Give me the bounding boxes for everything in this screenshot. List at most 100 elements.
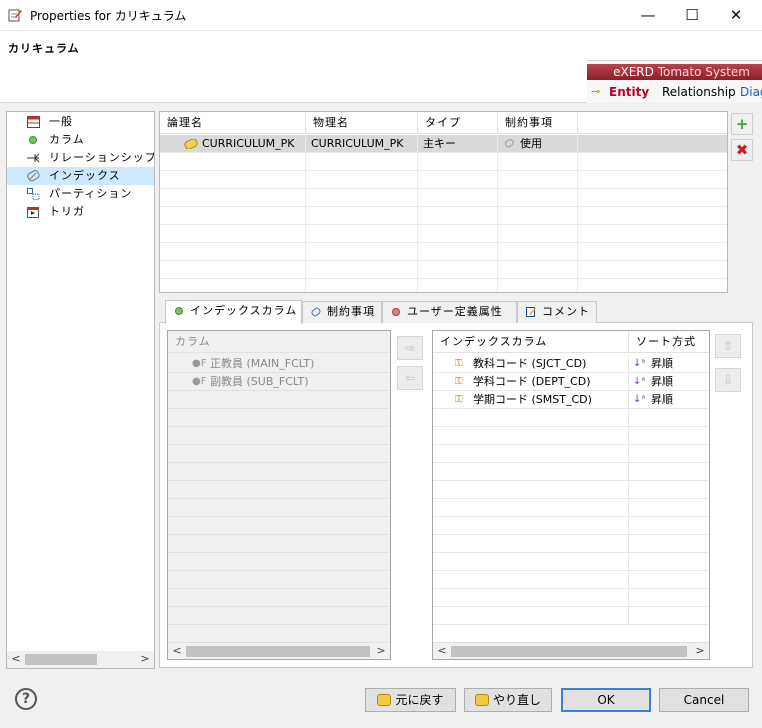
tree-item-index[interactable]: インデックス (7, 167, 154, 185)
tree-item-trigger[interactable]: トリガ (7, 203, 154, 221)
property-tree: 一般 カラム リレーションシップ インデックス パーティション トリガ < > (6, 111, 155, 669)
tab-label: 制約事項 (327, 305, 375, 318)
tree-item-label: トリガ (49, 205, 85, 218)
redo-label: やり直し (492, 693, 541, 707)
list-item[interactable]: ●F 副教員 (SUB_FCLT) (168, 373, 390, 391)
add-index-button[interactable]: + (731, 113, 753, 135)
relation-icon (27, 153, 40, 163)
remove-index-button[interactable]: ✖ (731, 139, 753, 161)
scroll-thumb[interactable] (25, 654, 97, 665)
tab-constraints[interactable]: 制約事項 (302, 301, 382, 323)
table-icon (27, 116, 40, 128)
column-icon (29, 136, 37, 144)
tree-scrollbar[interactable]: < > (7, 651, 154, 668)
tree-item-label: 一般 (49, 115, 73, 128)
index-table: 論理名 物理名 タイプ 制約事項 CURRICULUM_PK CURRICULU… (159, 111, 728, 293)
column-icon: ●F (192, 358, 207, 369)
maximize-button[interactable]: ☐ (672, 0, 712, 31)
scroll-left-arrow[interactable]: < (9, 652, 23, 666)
brand-tab-entity[interactable]: Entity (609, 85, 649, 99)
help-icon[interactable]: ? (15, 688, 37, 710)
sort-value: 昇順 (651, 393, 673, 406)
redo-button[interactable]: やり直し (464, 688, 552, 712)
undo-label: 元に戻す (395, 693, 444, 707)
header-column[interactable]: カラム (168, 331, 390, 353)
minimize-button[interactable]: — (628, 0, 668, 31)
tree-item-relationship[interactable]: リレーションシップ (7, 149, 154, 167)
move-up-button[interactable]: ⇧ (715, 334, 741, 358)
logical-name: CURRICULUM_PK (202, 137, 295, 150)
trigger-icon (27, 207, 39, 218)
brand-bar: eXERD Tomato System (587, 64, 762, 80)
tree-item-label: パーティション (49, 187, 133, 200)
tree-item-label: リレーションシップ (49, 151, 154, 164)
entity-title: カリキュラム (8, 42, 80, 55)
add-column-button[interactable]: ⇨ (397, 336, 423, 360)
index-columns-table: インデックスカラム ソート方式 ⚿ 教科コード (SJCT_CD) ↓ᵃ 昇順 … (432, 330, 710, 660)
undo-button[interactable]: 元に戻す (365, 688, 456, 712)
column-name: 副教員 (SUB_FCLT) (210, 375, 309, 388)
index-icon (184, 139, 198, 149)
cell-index-column: ⚿ 学科コード (DEPT_CD) (433, 373, 629, 391)
brand-tab-relationship[interactable]: Relationship (662, 85, 736, 99)
brand-tab-diagram[interactable]: Diag (740, 85, 762, 99)
tab-label: コメント (542, 305, 590, 318)
tree-item-columns[interactable]: カラム (7, 131, 154, 149)
circle-red-icon (392, 308, 400, 316)
brand-tabs: ⊸ Entity Relationship Diag (587, 82, 762, 102)
scroll-thumb[interactable] (451, 646, 687, 657)
header-index-column[interactable]: インデックスカラム (433, 331, 629, 353)
index-columns-scrollbar[interactable]: < > (433, 642, 709, 659)
constraint-icon (505, 139, 514, 148)
scroll-right-arrow[interactable]: > (693, 644, 707, 658)
tab-label: インデックスカラム (190, 304, 298, 317)
cell-physical: CURRICULUM_PK (306, 135, 418, 153)
tree-item-label: インデックス (49, 169, 121, 182)
cell-index-column: ⚿ 教科コード (SJCT_CD) (433, 355, 629, 373)
header-sort-order[interactable]: ソート方式 (629, 331, 709, 353)
table-row[interactable]: CURRICULUM_PK CURRICULUM_PK 主キー 使用 (160, 135, 727, 153)
index-column-name: 教科コード (SJCT_CD) (473, 357, 587, 370)
columns-scrollbar[interactable]: < > (168, 642, 390, 659)
constraint-icon (311, 307, 321, 317)
close-button[interactable]: ✕ (716, 0, 756, 31)
cell-logical: CURRICULUM_PK (160, 135, 306, 153)
remove-column-button[interactable]: ⇦ (397, 366, 423, 390)
index-column-name: 学科コード (DEPT_CD) (473, 375, 591, 388)
tab-user-attributes[interactable]: ユーザー定義属性 (382, 301, 517, 323)
sort-value: 昇順 (651, 357, 673, 370)
brand-name: eXERD (613, 65, 654, 79)
scroll-left-arrow[interactable]: < (435, 644, 449, 658)
table-header: インデックスカラム ソート方式 (433, 331, 709, 353)
list-item[interactable]: ●F 正教員 (MAIN_FCLT) (168, 355, 390, 373)
column-icon: ●F (192, 376, 207, 387)
header-logical-name[interactable]: 論理名 (160, 112, 306, 134)
table-row[interactable]: ⚿ 教科コード (SJCT_CD) ↓ᵃ 昇順 (433, 355, 709, 373)
tab-label: ユーザー定義属性 (407, 305, 503, 318)
tab-index-columns[interactable]: インデックスカラム (165, 300, 302, 324)
table-row[interactable]: ⚿ 学期コード (SMST_CD) ↓ᵃ 昇順 (433, 391, 709, 409)
scroll-thumb[interactable] (186, 646, 370, 657)
index-column-name: 学期コード (SMST_CD) (473, 393, 592, 406)
cell-index-column: ⚿ 学期コード (SMST_CD) (433, 391, 629, 409)
window-title: Properties for カリキュラム (30, 9, 187, 23)
scroll-left-arrow[interactable]: < (170, 644, 184, 658)
sort-ascending-icon: ↓ᵃ (633, 358, 646, 369)
cancel-button[interactable]: Cancel (659, 688, 749, 712)
header-type[interactable]: タイプ (418, 112, 498, 134)
header-constraint[interactable]: 制約事項 (498, 112, 578, 134)
redo-icon (474, 694, 489, 706)
scroll-right-arrow[interactable]: > (138, 652, 152, 666)
scroll-right-arrow[interactable]: > (374, 644, 388, 658)
brand-panel: eXERD Tomato System ⊸ Entity Relationshi… (587, 60, 762, 103)
key-column-icon: ⚿ (455, 376, 463, 387)
tree-item-general[interactable]: 一般 (7, 113, 154, 131)
tab-comment[interactable]: コメント (517, 301, 597, 323)
table-row[interactable]: ⚿ 学科コード (DEPT_CD) ↓ᵃ 昇順 (433, 373, 709, 391)
cell-type: 主キー (418, 135, 498, 153)
move-down-button[interactable]: ⇩ (715, 368, 741, 392)
tree-item-partition[interactable]: パーティション (7, 185, 154, 203)
constraint-value: 使用 (520, 137, 542, 150)
header-physical-name[interactable]: 物理名 (306, 112, 418, 134)
ok-button[interactable]: OK (561, 688, 651, 712)
